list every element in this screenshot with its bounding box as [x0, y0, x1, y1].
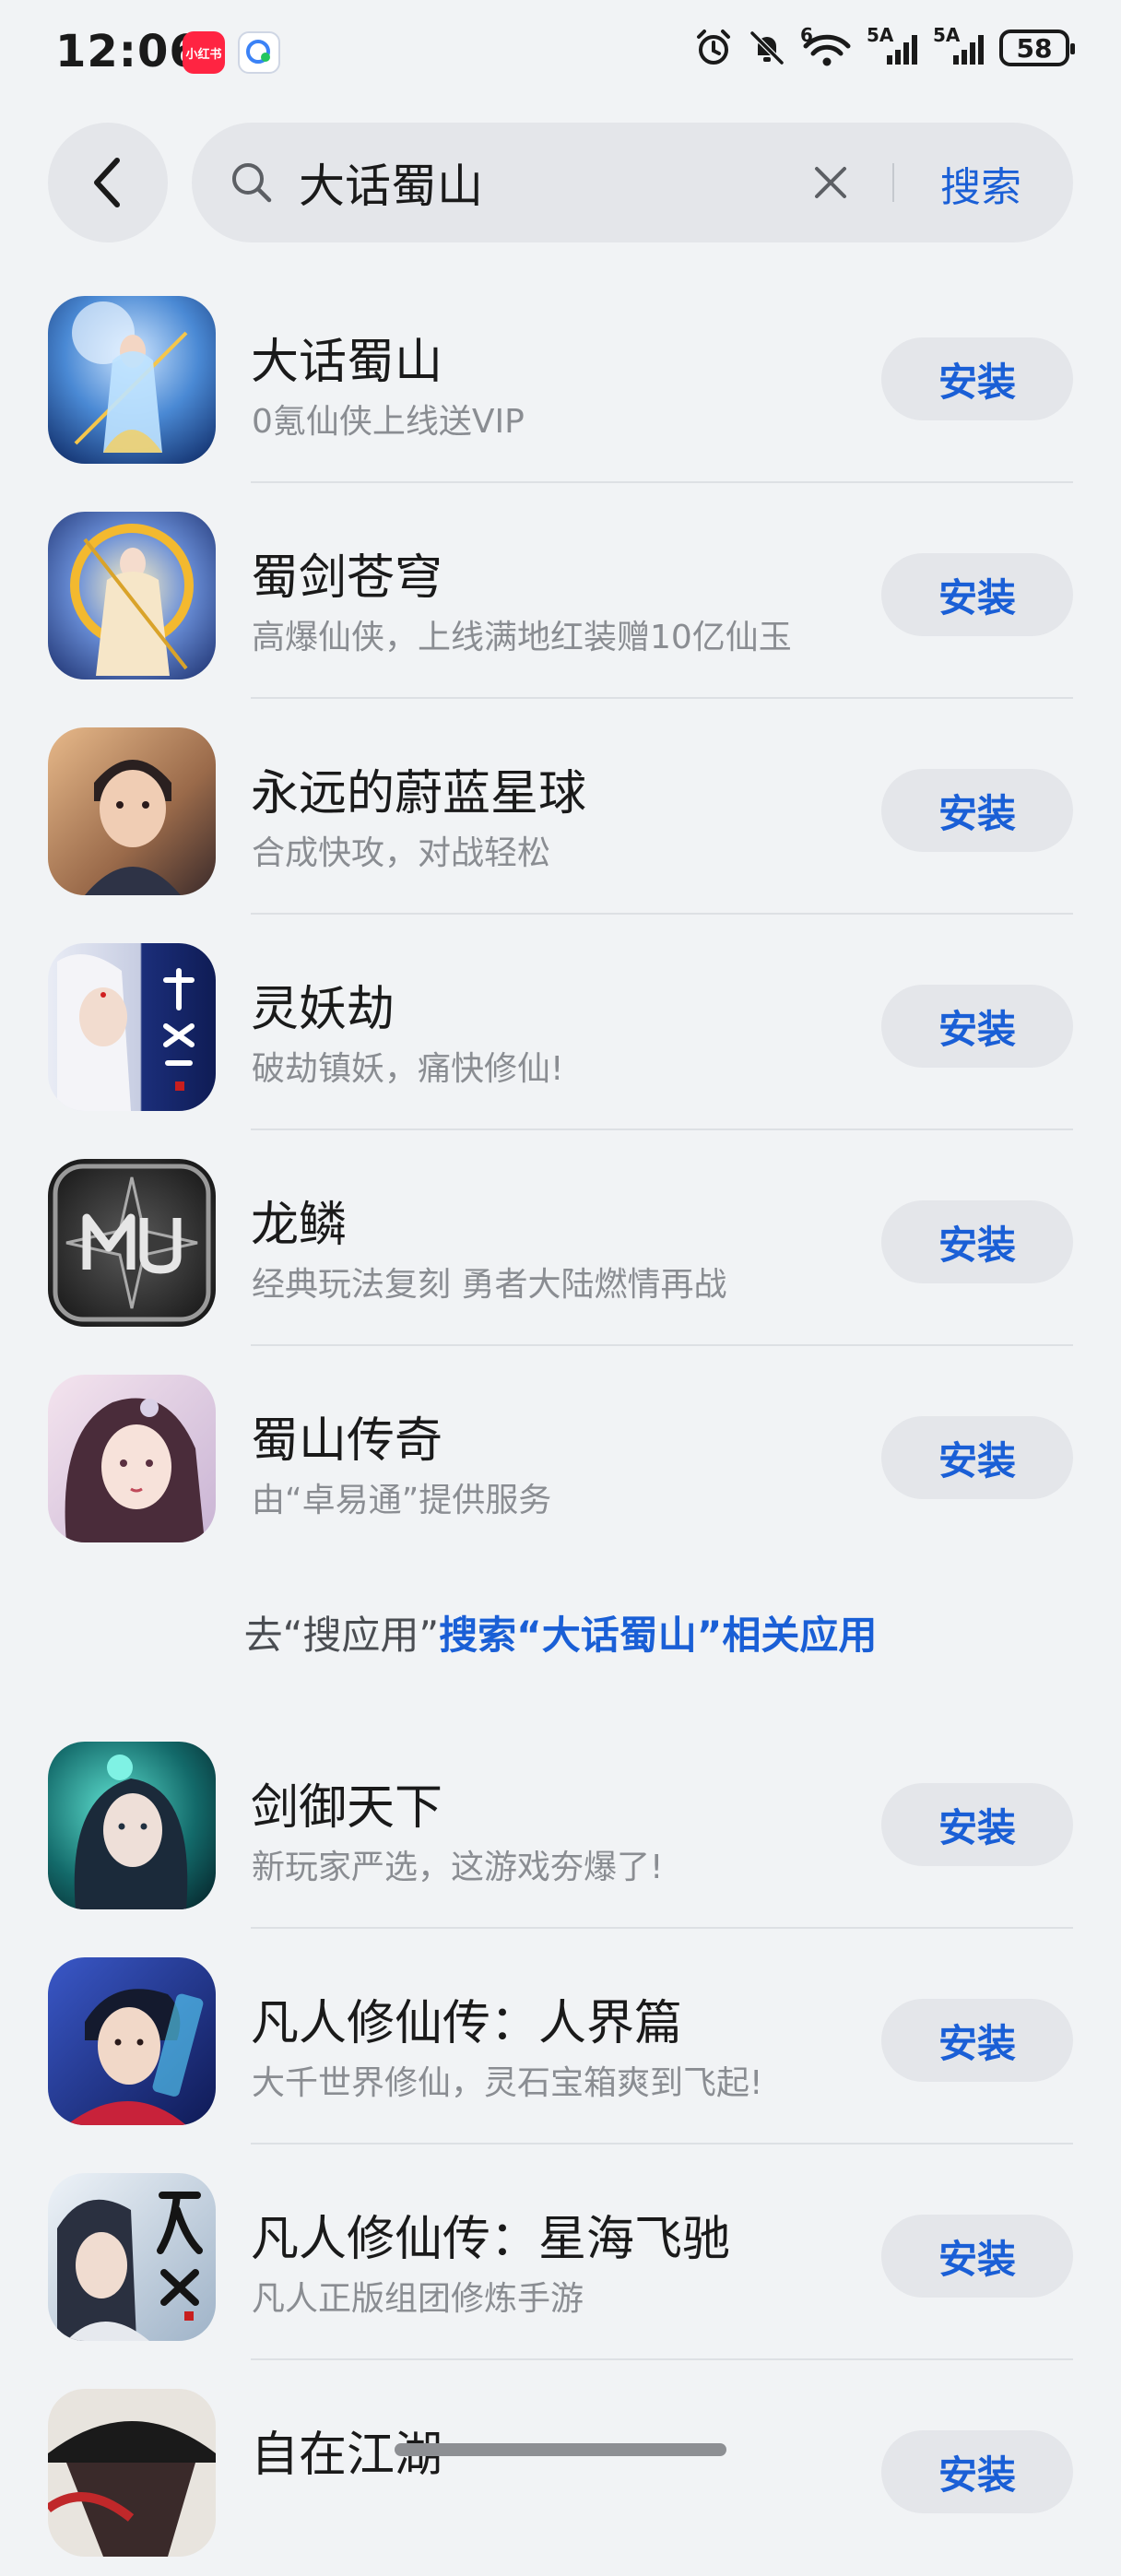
app-icon-mu-emblem — [48, 1159, 216, 1327]
search-bar: 搜索 — [192, 123, 1073, 242]
cell-2-tag: 5A — [933, 24, 961, 46]
install-button[interactable]: 安装 — [881, 2430, 1073, 2513]
install-button[interactable]: 安装 — [881, 985, 1073, 1068]
app-description: 凡人正版组团修炼手游 — [252, 2280, 584, 2318]
clear-icon[interactable] — [808, 160, 854, 206]
app-icon-blue-swordsman — [48, 1957, 216, 2125]
install-button[interactable]: 安装 — [881, 769, 1073, 852]
app-name: 龙鳞 — [251, 1198, 348, 1253]
cell-signal-2: 5A — [933, 24, 986, 68]
app-icon-silver-swordsman — [48, 2173, 216, 2341]
app-icon-young-man — [48, 727, 216, 895]
app-name: 永远的蔚蓝星球 — [251, 766, 587, 821]
app-description: 合成快攻，对战轻松 — [252, 834, 551, 872]
cell-1-tag: 5A — [867, 24, 894, 46]
app-icon-golden-warrior — [48, 512, 216, 679]
list-item[interactable]: 灵妖劫 破劫镇妖，痛快修仙! 安装 — [0, 915, 1121, 1130]
cell-signal-1: 5A — [867, 24, 920, 68]
install-button[interactable]: 安装 — [881, 2215, 1073, 2298]
install-button[interactable]: 安装 — [881, 1416, 1073, 1499]
app-name: 大话蜀山 — [251, 335, 443, 390]
list-item[interactable]: 凡人修仙传：星海飞驰 凡人正版组团修炼手游 安装 — [0, 2145, 1121, 2360]
list-item[interactable]: 大话蜀山 0氪仙侠上线送VIP 安装 — [0, 267, 1121, 483]
app-name: 蜀剑苍穹 — [251, 550, 443, 606]
search-input[interactable] — [299, 148, 815, 217]
alarm-icon — [697, 30, 730, 65]
app-description: 由“卓易通”提供服务 — [252, 1482, 552, 1519]
app-description: 0氪仙侠上线送VIP — [252, 403, 525, 441]
install-button[interactable]: 安装 — [881, 553, 1073, 636]
list-item[interactable]: 蜀山传奇 由“卓易通”提供服务 安装 — [0, 1346, 1121, 1562]
status-time: 12:06 — [55, 26, 201, 77]
list-item[interactable]: 剑御天下 新玩家严选，这游戏夯爆了! 安装 — [0, 1713, 1121, 1929]
list-item[interactable]: 龙鳞 经典玩法复刻 勇者大陆燃情再战 安装 — [0, 1130, 1121, 1346]
install-button[interactable]: 安装 — [881, 337, 1073, 420]
list-item[interactable]: 蜀剑苍穹 高爆仙侠，上线满地红装赠10亿仙玉 安装 — [0, 483, 1121, 699]
app-icon-lady-spear — [48, 296, 216, 464]
list-item[interactable]: 自在江湖 安装 — [0, 2360, 1121, 2576]
search-more-action[interactable]: 搜索“大话蜀山”相关应用 — [439, 1613, 877, 1658]
wifi-indicator: 6 — [800, 24, 854, 68]
list-item[interactable]: 凡人修仙传：人界篇 大千世界修仙，灵石宝箱爽到飞起! 安装 — [0, 1929, 1121, 2145]
app-icon-lady-portrait — [48, 1375, 216, 1542]
status-icons: 6 5A 5A 58 — [693, 24, 1075, 68]
chat-notification-icon — [238, 31, 280, 74]
app-icon-straw-hat-swordsman — [48, 2389, 216, 2557]
search-more-link[interactable]: 去“搜应用”搜索“大话蜀山”相关应用 — [0, 1604, 1121, 1660]
app-name: 蜀山传奇 — [251, 1413, 443, 1469]
search-more-prefix: 去“搜应用” — [243, 1613, 440, 1658]
app-description: 大千世界修仙，灵石宝箱爽到飞起! — [252, 2064, 763, 2102]
app-name: 凡人修仙传：星海飞驰 — [251, 2212, 731, 2267]
app-name: 剑御天下 — [251, 1780, 443, 1836]
install-button[interactable]: 安装 — [881, 1999, 1073, 2082]
battery-level: 58 — [1016, 32, 1053, 64]
list-item[interactable]: 永远的蔚蓝星球 合成快攻，对战轻松 安装 — [0, 699, 1121, 915]
install-button[interactable]: 安装 — [881, 1783, 1073, 1866]
app-description: 经典玩法复刻 勇者大陆燃情再战 — [252, 1266, 727, 1304]
chevron-left-icon — [94, 158, 120, 207]
app-name: 灵妖劫 — [251, 982, 395, 1037]
app-description: 新玩家严选，这游戏夯爆了! — [252, 1849, 664, 1886]
notification-badge-label: 小红书 — [185, 47, 222, 62]
search-submit-button[interactable]: 搜索 — [940, 154, 1021, 213]
app-description: 高爆仙侠，上线满地红装赠10亿仙玉 — [252, 619, 792, 656]
status-bar: 12:06 小红书 6 5A 5A 58 — [0, 0, 1121, 111]
install-button[interactable]: 安装 — [881, 1200, 1073, 1283]
wifi-tag: 6 — [800, 24, 813, 46]
xiaohongshu-notification-icon: 小红书 — [183, 31, 225, 74]
battery-icon: 58 — [999, 30, 1075, 66]
search-icon — [232, 163, 272, 203]
app-icon-white-hair-lady — [48, 943, 216, 1111]
app-icon-green-lady — [48, 1742, 216, 1909]
mute-bell-icon — [749, 30, 785, 65]
back-button[interactable] — [48, 123, 168, 242]
app-name: 凡人修仙传：人界篇 — [251, 1996, 683, 2051]
search-divider — [892, 163, 894, 202]
home-indicator[interactable] — [395, 2443, 726, 2456]
app-description: 破劫镇妖，痛快修仙! — [252, 1050, 564, 1088]
